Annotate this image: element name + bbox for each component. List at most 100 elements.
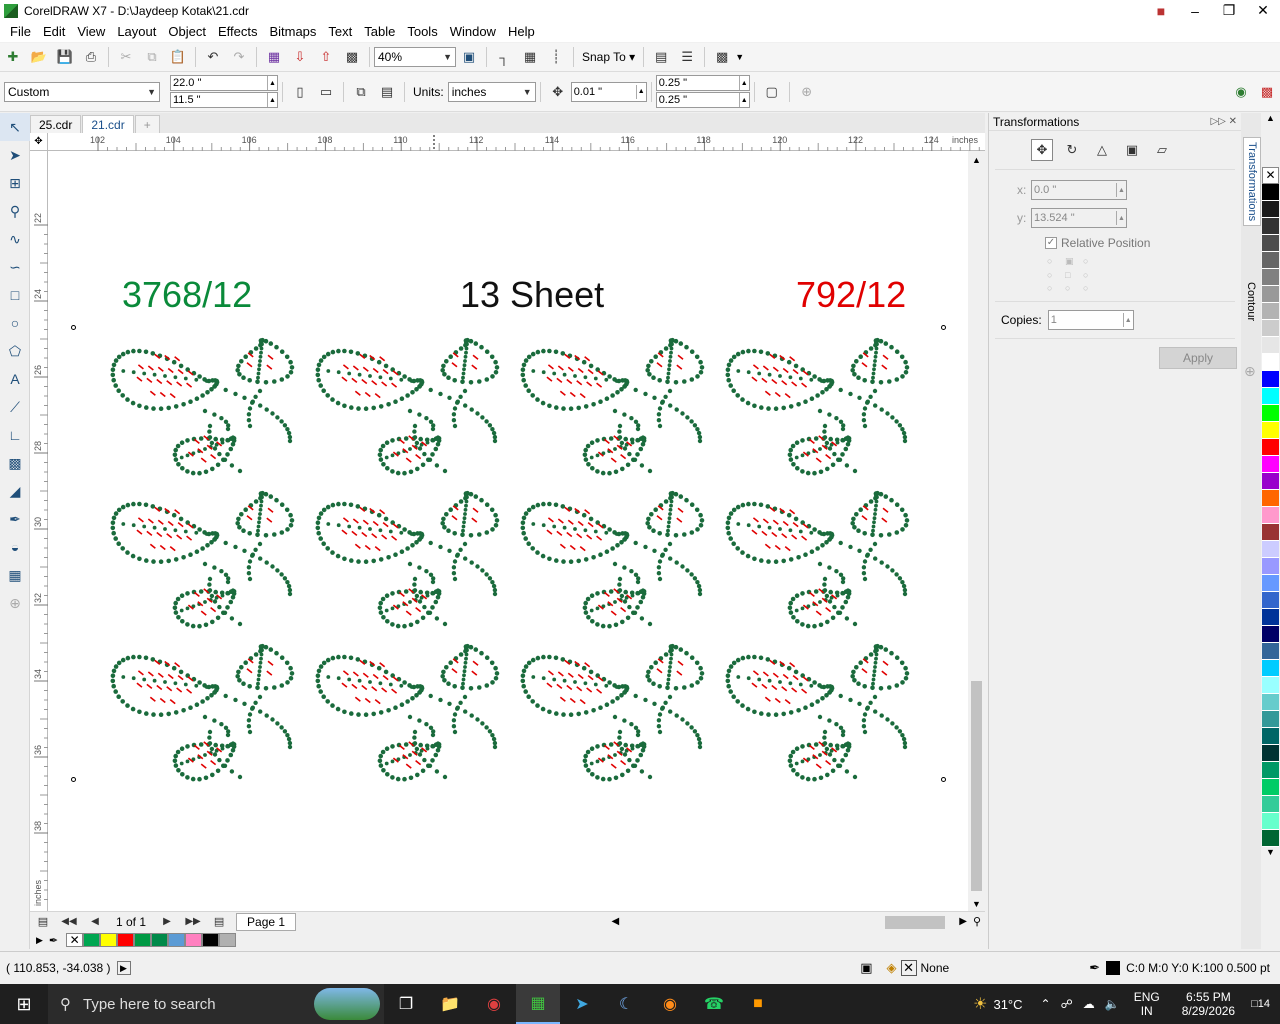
palette-swatch[interactable] (1262, 507, 1279, 524)
palette-swatch[interactable] (1262, 184, 1279, 201)
all-pages-icon[interactable]: ⧉ (350, 81, 372, 103)
file-explorer-icon[interactable]: 📁 (428, 984, 472, 1024)
horizontal-ruler[interactable]: 102 104 106 108 110 112 114 116 118 120 122 124 inch… (48, 133, 999, 151)
doc-palette-swatch[interactable] (100, 933, 118, 947)
shape-tool-icon[interactable]: ➤ (0, 141, 30, 169)
task-view-icon[interactable]: ❐ (384, 984, 428, 1024)
apply-button[interactable]: Apply (1159, 347, 1237, 369)
outline-color-swatch[interactable] (1106, 961, 1121, 975)
landscape-icon[interactable]: ▭ (315, 81, 337, 103)
palette-swatch[interactable] (1262, 813, 1279, 830)
doc-tab-25[interactable]: 25.cdr (30, 115, 82, 133)
palette-expand-icon[interactable]: ▶ (36, 935, 43, 946)
palette-swatch[interactable] (1262, 694, 1279, 711)
page-width-field[interactable]: 22.0 " ▲ (170, 75, 278, 91)
drawing-canvas[interactable]: 3768/12 13 Sheet 792/12 (48, 151, 968, 911)
palette-swatch[interactable] (1262, 303, 1279, 320)
palette-swatch[interactable] (1262, 218, 1279, 235)
palette-swatch[interactable] (1262, 235, 1279, 252)
language-indicator[interactable]: ENG IN (1134, 990, 1160, 1018)
scroll-left-icon[interactable]: ◀ (612, 916, 620, 927)
horizontal-scroll-thumb[interactable] (885, 916, 945, 929)
corel-update-icon[interactable]: ◉ (1230, 81, 1252, 103)
menu-edit[interactable]: Edit (37, 24, 71, 39)
palette-swatch[interactable] (1262, 762, 1279, 779)
last-page-icon[interactable]: ▶▶ (182, 911, 204, 933)
duplicate-x-field[interactable]: 0.25 " ▲ (655, 75, 750, 91)
tab-contour[interactable]: Contour (1243, 278, 1259, 325)
palette-swatch[interactable] (1262, 830, 1279, 847)
doc-palette-swatch[interactable] (219, 933, 237, 947)
color-eyedropper-tool-icon[interactable]: ✒ (0, 505, 30, 533)
add-page-after-icon[interactable]: ▤ (208, 911, 230, 933)
coreldraw-taskbar-icon[interactable]: ▦ (516, 984, 560, 1024)
palette-swatch[interactable] (1262, 592, 1279, 609)
app-icon[interactable]: ☾ (604, 984, 648, 1024)
whatsapp-icon[interactable]: ☎ (692, 984, 736, 1024)
save-icon[interactable]: 💾 (54, 46, 76, 68)
quick-customize-icon[interactable]: ▩ (1256, 81, 1278, 103)
selection-handle[interactable] (941, 777, 946, 782)
doc-palette-swatch[interactable] (83, 933, 101, 947)
size-transform-icon[interactable]: ▣ (1121, 139, 1143, 161)
rotate-transform-icon[interactable]: ↻ (1061, 139, 1083, 161)
polygon-tool-icon[interactable]: ⬠ (0, 337, 30, 365)
doc-palette-swatch[interactable] (168, 933, 186, 947)
add-icon[interactable]: ⊕ (796, 81, 818, 103)
snap-to-dropdown[interactable]: Snap To ▾ (582, 50, 635, 64)
restore-button[interactable]: ❐ (1212, 0, 1246, 21)
doc-palette-swatch[interactable] (202, 933, 220, 947)
telegram-icon[interactable]: ➤ (560, 984, 604, 1024)
rhinestone-motif-grid[interactable] (48, 151, 968, 911)
new-tab-button[interactable]: + (134, 115, 160, 133)
application-launcher-icon[interactable]: ▤ (650, 46, 672, 68)
zoom-navigator-icon[interactable]: ⚲ (973, 915, 981, 928)
palette-swatch[interactable] (1262, 677, 1279, 694)
palette-swatch[interactable] (1262, 524, 1279, 541)
print-icon[interactable]: ⎙ (80, 46, 102, 68)
palette-swatch[interactable] (1262, 286, 1279, 303)
menu-layout[interactable]: Layout (111, 24, 162, 39)
ellipse-tool-icon[interactable]: ○ (0, 309, 30, 337)
color-proof-icon[interactable]: ▣ (860, 960, 872, 976)
units-select[interactable]: inches ▼ (447, 81, 536, 102)
portrait-icon[interactable]: ▯ (289, 81, 311, 103)
welcome-screen-icon[interactable]: ▩ (711, 46, 733, 68)
menu-tools[interactable]: Tools (401, 24, 443, 39)
menu-file[interactable]: File (4, 24, 37, 39)
palette-swatch[interactable] (1262, 456, 1279, 473)
cut-icon[interactable]: ✂ (115, 46, 137, 68)
user-icon[interactable]: ■ (1144, 0, 1178, 21)
vertical-ruler[interactable]: 22 24 26 28 30 32 34 36 38 inches (30, 151, 48, 911)
show-guidelines-icon[interactable]: ┊ (545, 46, 567, 68)
skew-transform-icon[interactable]: ▱ (1151, 139, 1173, 161)
palette-swatch[interactable] (1262, 320, 1279, 337)
transparency-tool-icon[interactable]: ◢ (0, 477, 30, 505)
palette-swatch[interactable] (1262, 728, 1279, 745)
selection-handle[interactable] (941, 325, 946, 330)
doc-palette-swatch[interactable] (185, 933, 203, 947)
palette-swatch[interactable] (1262, 388, 1279, 405)
doc-palette-swatch[interactable] (117, 933, 135, 947)
vertical-scrollbar[interactable]: ▲ ▼ (968, 151, 985, 911)
network-icon[interactable]: ☍ (1061, 997, 1073, 1011)
position-transform-icon[interactable]: ✥ (1031, 139, 1053, 161)
export-icon[interactable]: ⇧ (315, 46, 337, 68)
palette-scroll-up-icon[interactable]: ▲ (1261, 113, 1280, 125)
anchor-point-grid[interactable]: ○ ▣ ○ ○ □ ○ ○ ○ ○ (1047, 256, 1241, 293)
copies-field[interactable]: 1 ▲ (1047, 310, 1134, 330)
interactive-fill-tool-icon[interactable]: ◒ (0, 533, 30, 561)
palette-swatch[interactable] (1262, 745, 1279, 762)
status-expand-icon[interactable]: ▶ (116, 961, 131, 975)
add-docker-icon[interactable]: ⊕ (1244, 363, 1256, 380)
menu-view[interactable]: View (71, 24, 111, 39)
x-position-field[interactable]: 0.0 " ▲ (1031, 180, 1127, 200)
show-rulers-icon[interactable]: ┐ (493, 46, 515, 68)
corel-connect-icon[interactable]: ▦ (263, 46, 285, 68)
palette-swatch[interactable] (1262, 269, 1279, 286)
palette-swatch[interactable] (1262, 796, 1279, 813)
scroll-up-icon[interactable]: ▲ (968, 155, 985, 165)
doc-tab-21[interactable]: 21.cdr (82, 115, 134, 133)
firefox-icon[interactable]: ◉ (648, 984, 692, 1024)
zoom-tool-icon[interactable]: ⚲ (0, 197, 30, 225)
